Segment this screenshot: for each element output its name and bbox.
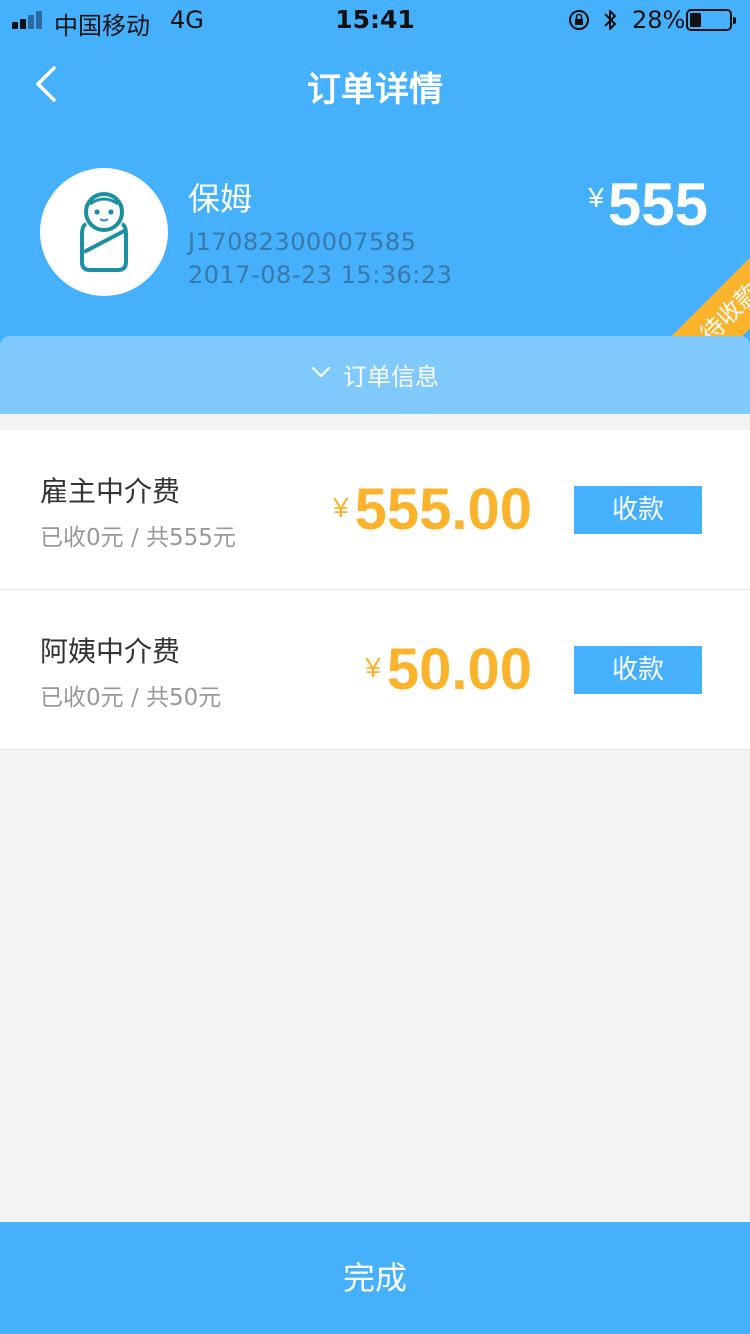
currency-symbol: ¥ — [333, 492, 349, 523]
fee-amount-value: 555.00 — [354, 477, 532, 542]
fee-name: 阿姨中介费 — [40, 635, 181, 668]
currency-symbol: ¥ — [588, 182, 604, 213]
fee-amount: ¥50.00 — [365, 636, 532, 703]
battery-percent: 28% — [632, 6, 686, 34]
fee-amount-value: 50.00 — [386, 637, 532, 702]
avatar — [40, 168, 168, 296]
list-item: 阿姨中介费 已收0元 / 共50元 ¥50.00 收款 — [0, 590, 750, 750]
status-bar: 中国移动 4G 15:41 28% — [0, 0, 750, 40]
order-timestamp: 2017-08-23 15:36:23 — [188, 261, 453, 289]
fee-list: 雇主中介费 已收0元 / 共555元 ¥555.00 收款 阿姨中介费 已收0元… — [0, 430, 750, 750]
order-info-toggle[interactable]: 订单信息 — [0, 336, 750, 414]
order-info-label: 订单信息 — [343, 363, 439, 391]
collect-payment-button[interactable]: 收款 — [574, 646, 702, 694]
page-title: 订单详情 — [307, 70, 443, 110]
collect-payment-button[interactable]: 收款 — [574, 486, 702, 534]
bluetooth-icon — [604, 10, 616, 30]
swaddled-baby-icon — [80, 192, 128, 272]
fee-name: 雇主中介费 — [40, 475, 181, 508]
order-total: ¥555 — [588, 170, 708, 239]
order-header: 订单详情 保姆 J17082300007585 2017-08-23 15:36… — [0, 40, 750, 414]
list-item: 雇主中介费 已收0元 / 共555元 ¥555.00 收款 — [0, 430, 750, 590]
chevron-down-icon — [311, 366, 331, 378]
fee-progress: 已收0元 / 共555元 — [40, 525, 236, 551]
fee-progress: 已收0元 / 共50元 — [40, 685, 222, 711]
done-button[interactable]: 完成 — [0, 1222, 750, 1334]
total-amount: 555 — [607, 171, 708, 238]
currency-symbol: ¥ — [365, 652, 381, 683]
battery-icon — [686, 9, 736, 31]
fee-amount: ¥555.00 — [333, 476, 532, 543]
service-name: 保姆 — [188, 180, 253, 218]
rotation-lock-icon — [569, 10, 589, 30]
order-number: J17082300007585 — [188, 228, 417, 256]
